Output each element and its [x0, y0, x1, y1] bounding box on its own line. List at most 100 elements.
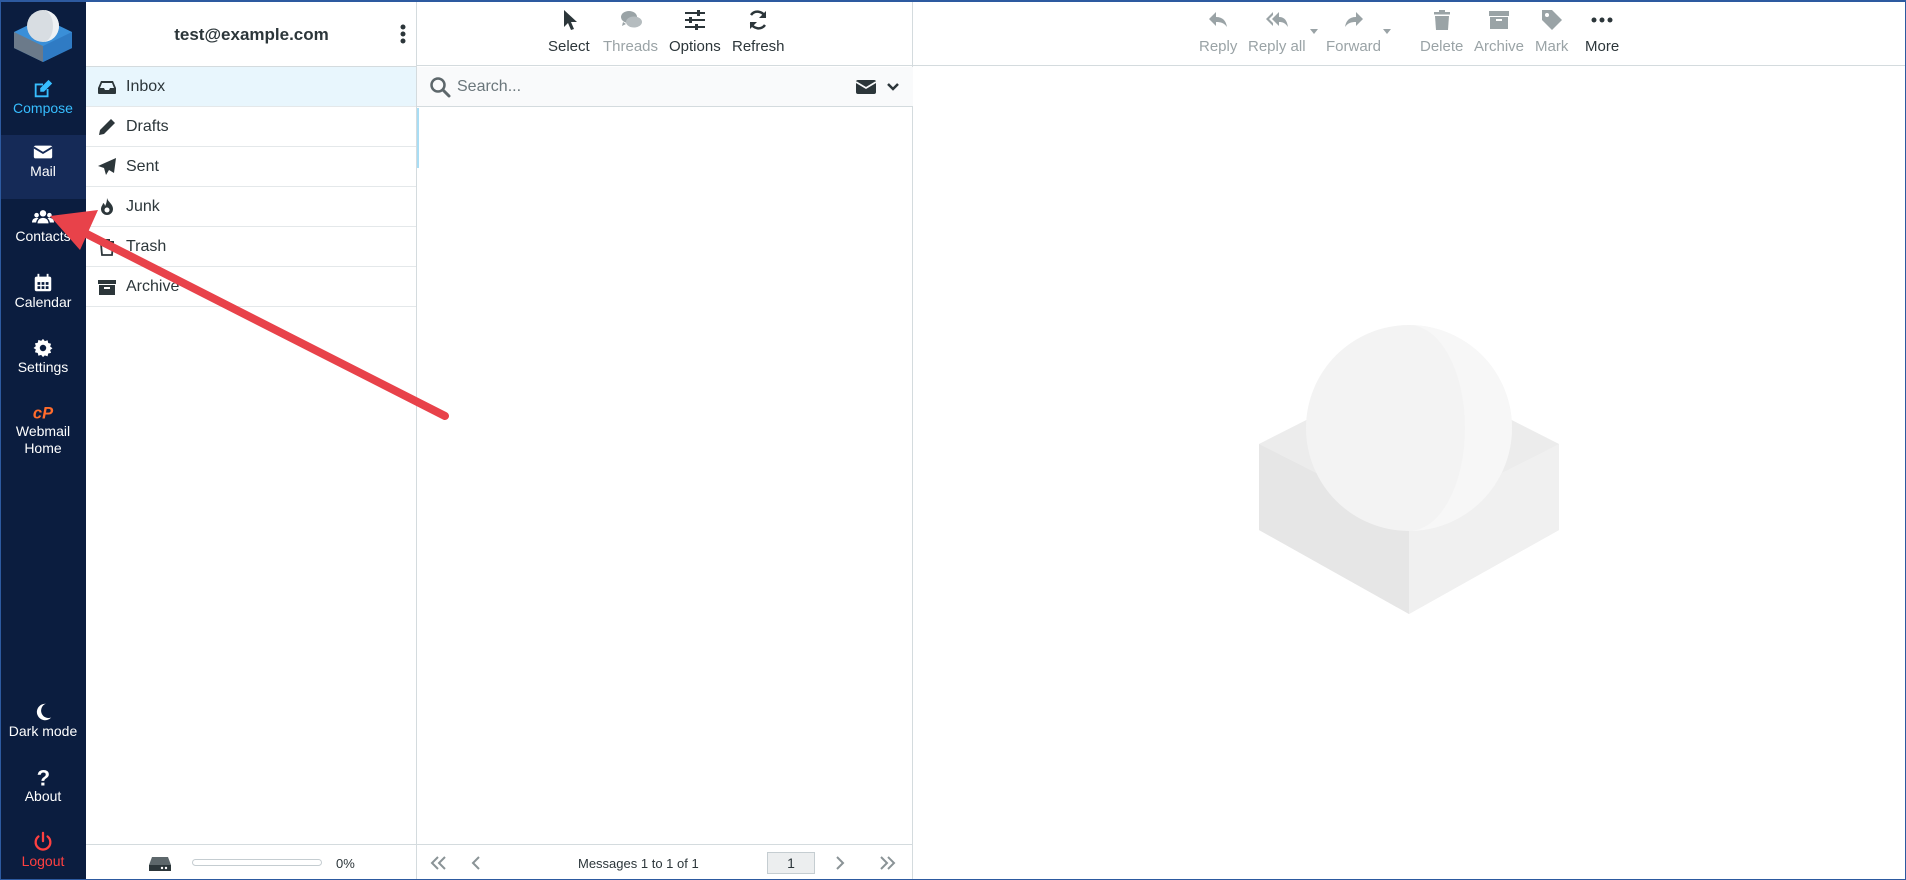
- reply-all-dropdown-icon[interactable]: [1309, 28, 1319, 36]
- mark-button[interactable]: Mark: [1535, 8, 1568, 55]
- dark-mode-button[interactable]: Dark mode: [0, 695, 86, 759]
- more-label: More: [1585, 38, 1620, 55]
- dark-mode-label: Dark mode: [8, 723, 78, 739]
- fire-icon: [101, 198, 113, 215]
- comments-icon: [603, 8, 658, 38]
- inbox-icon: [98, 81, 116, 94]
- sliders-icon: [669, 8, 721, 38]
- compose-label: Compose: [13, 100, 73, 116]
- reply-button[interactable]: Reply: [1199, 8, 1237, 55]
- roundcube-watermark-icon: [1259, 325, 1559, 614]
- archive-icon: [1474, 8, 1524, 38]
- quota-percent: 0%: [336, 856, 355, 871]
- search-icon: [430, 77, 451, 98]
- compose-button[interactable]: Compose: [0, 72, 86, 136]
- calendar-icon: [0, 266, 86, 294]
- folder-trash[interactable]: Trash: [86, 227, 416, 267]
- forward-label: Forward: [1326, 38, 1382, 55]
- ellipsis-icon: [1585, 8, 1619, 38]
- webmail-home-label-1: Webmail: [15, 423, 71, 439]
- question-icon: ?: [0, 760, 86, 790]
- archive-button[interactable]: Archive: [1474, 8, 1524, 55]
- contacts-button[interactable]: Contacts: [0, 200, 86, 264]
- archive-label: Archive: [1474, 38, 1525, 55]
- folder-archive[interactable]: Archive: [86, 267, 416, 307]
- previous-page-icon[interactable]: [467, 854, 487, 872]
- threads-button[interactable]: Threads: [603, 8, 658, 55]
- search-input[interactable]: [457, 73, 837, 101]
- about-button[interactable]: ? About: [0, 760, 86, 824]
- contacts-label: Contacts: [15, 228, 71, 244]
- threads-label: Threads: [603, 38, 659, 55]
- logout-label: Logout: [21, 853, 65, 869]
- refresh-label: Refresh: [732, 38, 785, 55]
- compose-icon: [0, 72, 86, 100]
- pagination: Messages 1 to 1 of 1 1: [417, 844, 913, 880]
- folder-drafts[interactable]: Drafts: [86, 107, 416, 147]
- settings-button[interactable]: Settings: [0, 331, 86, 395]
- cpanel-icon: cP: [0, 395, 86, 423]
- list-toolbar: Select Threads Options Refresh: [417, 0, 912, 66]
- delete-label: Delete: [1420, 38, 1464, 55]
- folder-label: Trash: [126, 238, 167, 255]
- settings-label: Settings: [17, 359, 69, 375]
- folder-label: Junk: [126, 198, 160, 215]
- webmail-home-label-2: Home: [24, 440, 62, 456]
- hard-drive-icon: [149, 857, 171, 871]
- cursor-icon: [548, 8, 590, 38]
- gear-icon: [0, 331, 86, 359]
- refresh-button[interactable]: Refresh: [732, 8, 785, 55]
- message-toolbar: Reply Reply all Forward Delete Archive M…: [913, 0, 1906, 66]
- account-email: test@example.com: [174, 25, 329, 44]
- folder-inbox[interactable]: Inbox: [86, 67, 416, 107]
- first-page-icon[interactable]: [429, 854, 449, 872]
- message-count: Messages 1 to 1 of 1: [578, 856, 699, 871]
- trash-icon: [100, 239, 114, 256]
- chevron-down-icon[interactable]: [885, 79, 901, 95]
- options-label: Options: [669, 38, 721, 55]
- quota-bar: 0%: [86, 844, 417, 880]
- kebab-menu-icon[interactable]: [398, 22, 408, 46]
- folder-label: Drafts: [126, 118, 169, 135]
- more-button[interactable]: More: [1585, 8, 1619, 55]
- message-preview-panel: Reply Reply all Forward Delete Archive M…: [913, 0, 1906, 880]
- folder-panel: test@example.com Inbox Drafts Sent Junk …: [86, 0, 417, 880]
- folder-label: Sent: [126, 158, 159, 175]
- tag-icon: [1535, 8, 1568, 38]
- reply-all-button[interactable]: Reply all: [1248, 8, 1306, 55]
- users-icon: [0, 200, 86, 228]
- pencil-icon: [99, 119, 115, 135]
- envelope-icon: [0, 135, 86, 163]
- last-page-icon[interactable]: [877, 854, 897, 872]
- envelope-icon[interactable]: [855, 78, 877, 96]
- message-list: [417, 108, 913, 844]
- archive-icon: [98, 280, 116, 295]
- delete-button[interactable]: Delete: [1420, 8, 1463, 55]
- webmail-home-button[interactable]: cP Webmail Home: [0, 395, 86, 465]
- select-label: Select: [548, 38, 590, 55]
- reply-label: Reply: [1199, 38, 1238, 55]
- forward-dropdown-icon[interactable]: [1382, 28, 1392, 36]
- svg-text:cP: cP: [33, 404, 54, 422]
- next-page-icon[interactable]: [829, 854, 849, 872]
- folder-junk[interactable]: Junk: [86, 187, 416, 227]
- message-list-panel: Select Threads Options Refresh Messages …: [417, 0, 913, 880]
- reply-icon: [1199, 8, 1237, 38]
- refresh-icon: [732, 8, 785, 38]
- folder-sent[interactable]: Sent: [86, 147, 416, 187]
- reply-all-label: Reply all: [1248, 38, 1306, 55]
- folder-label: Inbox: [126, 78, 166, 95]
- folder-label: Archive: [126, 278, 180, 295]
- page-number-input[interactable]: 1: [767, 852, 815, 874]
- mail-label: Mail: [30, 163, 56, 179]
- mail-button[interactable]: Mail: [0, 135, 86, 199]
- trash-icon: [1420, 8, 1463, 38]
- calendar-button[interactable]: Calendar: [0, 266, 86, 330]
- select-button[interactable]: Select: [548, 8, 590, 55]
- forward-button[interactable]: Forward: [1326, 8, 1381, 55]
- logout-button[interactable]: Logout: [0, 825, 86, 880]
- roundcube-logo-icon: [14, 10, 72, 62]
- mark-label: Mark: [1535, 38, 1569, 55]
- svg-text:?: ?: [37, 766, 50, 788]
- options-button[interactable]: Options: [669, 8, 721, 55]
